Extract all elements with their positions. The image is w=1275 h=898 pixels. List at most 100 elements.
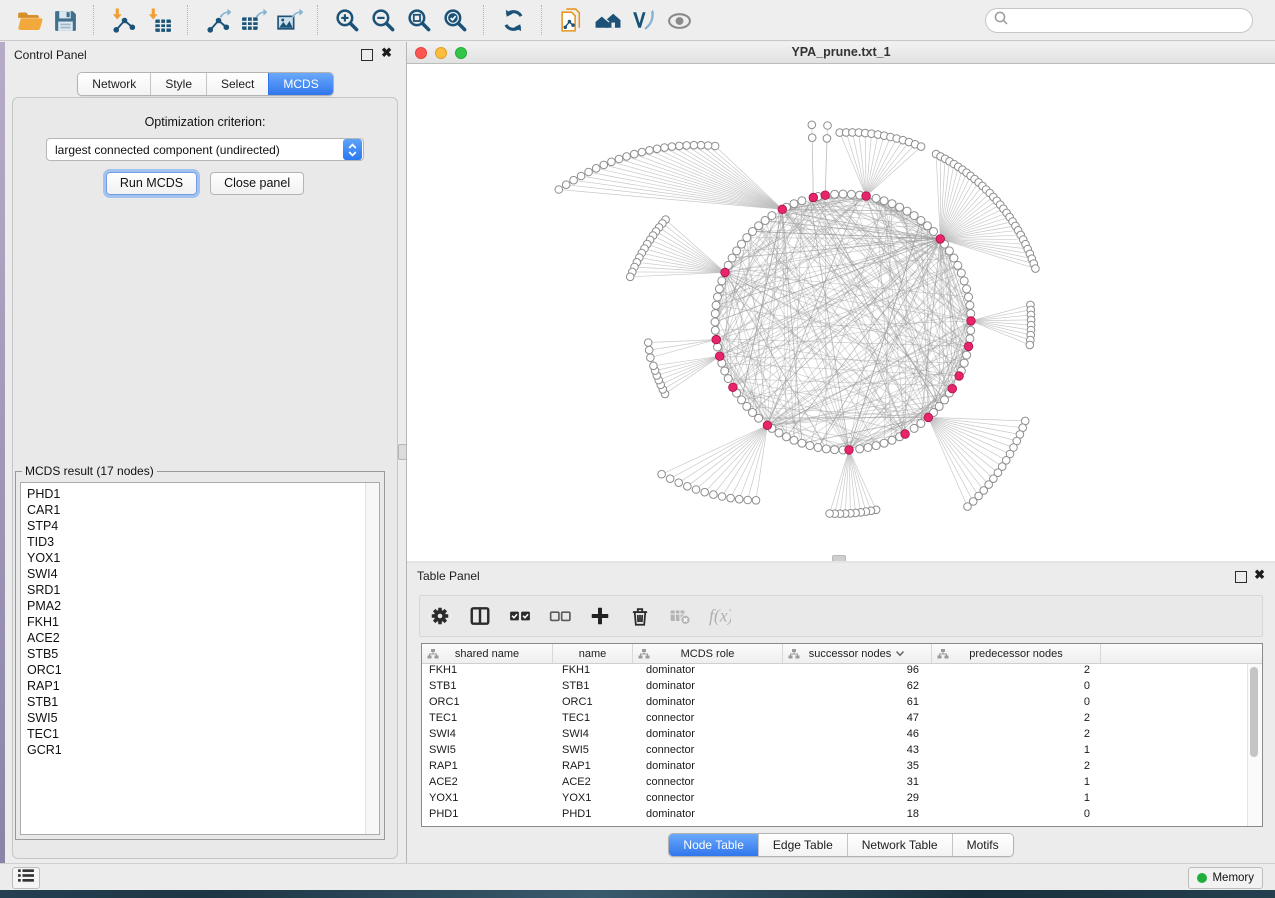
save-icon[interactable] [47,4,83,36]
mcds-result-item[interactable]: PHD1 [21,486,379,502]
mcds-result-item[interactable]: RAP1 [21,678,379,694]
export-network-icon[interactable] [199,4,235,36]
search-input[interactable] [1013,12,1252,28]
network-window-title: YPA_prune.txt_1 [407,42,1275,63]
memory-status-icon [1197,873,1207,883]
column-header-name[interactable]: name [553,644,633,663]
column-header-predecessor-nodes[interactable]: predecessor nodes [932,644,1101,663]
mcds-result-item[interactable]: ORC1 [21,662,379,678]
mcds-result-item[interactable]: CAR1 [21,502,379,518]
tab-network[interactable]: Network [78,73,150,95]
mcds-result-item[interactable]: SWI5 [21,710,379,726]
toolbar-separator [187,5,189,35]
window-close-icon[interactable] [415,47,427,59]
select-stepper-icon [343,139,362,160]
tab-node-table[interactable]: Node Table [669,834,758,856]
zoom-fit-icon[interactable] [401,4,437,36]
mcds-result-item[interactable]: STB5 [21,646,379,662]
column-type-icon [638,648,650,663]
tab-style[interactable]: Style [150,73,206,95]
svg-text:f(x): f(x) [709,606,731,626]
tab-motifs[interactable]: Motifs [952,834,1013,856]
main-toolbar-groups [4,4,704,36]
control-panel-title: Control Panel [14,48,87,62]
import-network-icon[interactable] [105,4,141,36]
mcds-result-item[interactable]: ACE2 [21,630,379,646]
table-row[interactable]: PHD1PHD1dominator180 [422,808,1262,824]
delete-table-icon[interactable] [660,599,700,633]
zoom-out-icon[interactable] [365,4,401,36]
network-canvas[interactable] [407,64,1275,561]
select-all-icon[interactable] [500,599,540,633]
mcds-result-item[interactable]: STB1 [21,694,379,710]
open-icon[interactable] [11,4,47,36]
criterion-select-value: largest connected component (undirected) [47,143,343,157]
column-header-MCDS-role[interactable]: MCDS role [633,644,783,663]
table-scrollbar[interactable] [1247,664,1262,826]
table-header-row: shared namenameMCDS rolesuccessor nodesp… [422,644,1262,664]
network-window-titlebar: YPA_prune.txt_1 [407,42,1275,64]
table-row[interactable]: SWI5SWI5connector431 [422,744,1262,760]
mcds-result-item[interactable]: SRD1 [21,582,379,598]
tab-mcds[interactable]: MCDS [268,73,332,95]
search-box[interactable] [985,8,1253,33]
mcds-result-item[interactable]: PMA2 [21,598,379,614]
column-header-shared-name[interactable]: shared name [422,644,553,663]
mcds-result-item[interactable]: STP4 [21,518,379,534]
table-row[interactable]: ORC1ORC1dominator610 [422,696,1262,712]
mcds-result-item[interactable]: TEC1 [21,726,379,742]
delete-icon[interactable] [620,599,660,633]
table-body: FKH1FKH1dominator962STB1STB1dominator620… [422,664,1262,824]
control-panel-tabs: NetworkStyleSelectMCDS [5,72,406,96]
window-minimize-icon[interactable] [435,47,447,59]
table-row[interactable]: RAP1RAP1dominator352 [422,760,1262,776]
mcds-result-item[interactable]: GCR1 [21,742,379,758]
table-row[interactable]: FKH1FKH1dominator962 [422,664,1262,680]
tab-network-table[interactable]: Network Table [847,834,952,856]
tab-edge-table[interactable]: Edge Table [758,834,847,856]
column-type-icon [427,648,439,663]
split-view-icon[interactable] [460,599,500,633]
table-row[interactable]: SWI4SWI4dominator462 [422,728,1262,744]
mcds-result-list[interactable]: PHD1CAR1STP4TID3YOX1SWI4SRD1PMA2FKH1ACE2… [20,482,380,835]
close-panel-icon[interactable]: ✖ [381,46,392,60]
window-zoom-icon[interactable] [455,47,467,59]
export-table-icon[interactable] [235,4,271,36]
table-row[interactable]: YOX1YOX1connector291 [422,792,1262,808]
vertical-splitter-handle[interactable] [398,444,407,460]
memory-button[interactable]: Memory [1188,867,1263,889]
export-image-icon[interactable] [271,4,307,36]
table-float-panel-icon[interactable] [1235,571,1247,583]
mcds-result-group: MCDS result (17 nodes) PHD1CAR1STP4TID3Y… [15,464,385,840]
deselect-all-icon[interactable] [540,599,580,633]
mcds-result-item[interactable]: FKH1 [21,614,379,630]
table-row[interactable]: STB1STB1dominator620 [422,680,1262,696]
column-header-successor-nodes[interactable]: successor nodes [783,644,932,663]
function-icon[interactable]: f(x) [700,599,740,633]
table-row[interactable]: ACE2ACE2connector311 [422,776,1262,792]
float-panel-icon[interactable] [361,49,373,61]
zoom-selected-icon[interactable] [437,4,473,36]
criterion-select[interactable]: largest connected component (undirected) [46,138,364,161]
table-close-panel-icon[interactable]: ✖ [1254,568,1265,582]
table-scrollbar-thumb[interactable] [1250,667,1258,757]
zoom-in-icon[interactable] [329,4,365,36]
mcds-result-item[interactable]: TID3 [21,534,379,550]
result-list-scrollbar[interactable] [365,483,379,834]
eye-icon[interactable] [661,4,697,36]
settings-icon[interactable] [420,599,460,633]
run-mcds-button[interactable]: Run MCDS [106,172,197,195]
import-table-icon[interactable] [141,4,177,36]
close-panel-button[interactable]: Close panel [210,172,304,195]
hide-annotations-icon[interactable] [625,4,661,36]
mcds-result-item[interactable]: YOX1 [21,550,379,566]
share-document-icon[interactable] [553,4,589,36]
mcds-result-item[interactable]: SWI4 [21,566,379,582]
table-panel-title: Table Panel [417,569,480,583]
refresh-icon[interactable] [495,4,531,36]
tab-select[interactable]: Select [206,73,268,95]
task-history-button[interactable] [12,867,40,889]
table-row[interactable]: TEC1TEC1connector472 [422,712,1262,728]
add-icon[interactable] [580,599,620,633]
home-icon[interactable] [589,4,625,36]
